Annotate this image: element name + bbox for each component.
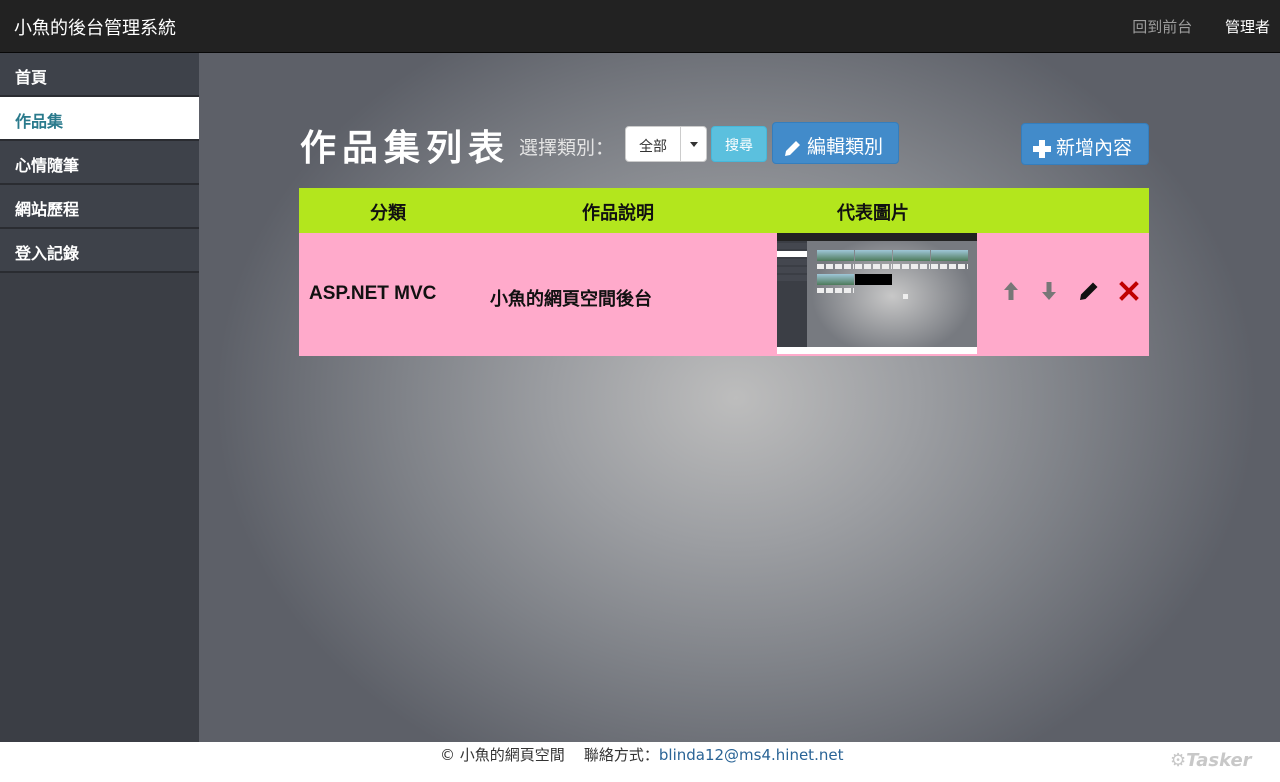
sidebar-item-home[interactable]: 首頁 [0,53,199,97]
add-content-label: 新增內容 [1056,137,1133,159]
brand-title[interactable]: 小魚的後台管理系統 [14,14,176,40]
search-button[interactable]: 搜尋 [711,126,767,162]
sidebar: 首頁 作品集 心情隨筆 網站歷程 登入記錄 [0,53,199,742]
portfolio-table: 分類 作品說明 代表圖片 ASP.NET MVC 小魚的網頁空間後台 [299,188,1149,356]
chevron-down-icon[interactable] [680,127,706,161]
sidebar-item-login-records[interactable]: 登入記錄 [0,229,199,273]
watermark-logo: ⚙Tasker [1170,750,1252,771]
watermark-text: Tasker [1186,750,1252,771]
navbar-right: 回到前台 管理者 [1104,16,1270,37]
header-category: 分類 [370,203,406,224]
footer-contact-label: 聯絡方式： [583,746,659,764]
arrow-down-icon[interactable] [1037,279,1061,303]
gear-icon: ⚙ [1170,750,1187,771]
category-filter-label: 選擇類別： [519,137,615,159]
table-header: 分類 作品說明 代表圖片 [299,188,1149,233]
row-category: ASP.NET MVC [309,283,437,304]
add-content-button[interactable]: 新增內容 [1021,123,1149,165]
row-description: 小魚的網頁空間後台 [490,289,652,310]
sidebar-item-site-history[interactable]: 網站歷程 [0,185,199,229]
header-description: 作品說明 [582,203,654,224]
arrow-up-icon[interactable] [999,279,1023,303]
sidebar-item-portfolio[interactable]: 作品集 [0,97,199,141]
admin-link[interactable]: 管理者 [1225,18,1270,36]
footer-text: © 小魚的網頁空間 聯絡方式：blinda12@ms4.hinet.net [440,744,843,765]
edit-category-button[interactable]: 編輯類別 [772,122,899,164]
category-select[interactable]: 全部 [625,126,707,162]
pencil-icon [785,140,800,156]
top-navbar: 小魚的後台管理系統 回到前台 管理者 [0,0,1280,53]
main-content: 作品集列表 選擇類別： 全部 搜尋 編輯類別 新增內容 分類 作品說明 代表圖片… [199,53,1280,742]
back-to-front-link[interactable]: 回到前台 [1132,18,1192,36]
pencil-icon[interactable] [1077,279,1101,303]
header-image: 代表圖片 [837,203,909,224]
footer-email-link[interactable]: blinda12@ms4.hinet.net [659,746,844,764]
edit-category-label: 編輯類別 [807,136,884,158]
row-thumbnail-image [777,233,977,354]
footer-copyright: © 小魚的網頁空間 [440,746,565,764]
category-select-value: 全部 [639,139,667,155]
plus-icon [1033,139,1051,158]
page-title: 作品集列表 [300,127,511,169]
footer: © 小魚的網頁空間 聯絡方式：blinda12@ms4.hinet.net ⚙T… [0,742,1280,782]
table-row: ASP.NET MVC 小魚的網頁空間後台 [299,233,1149,356]
close-icon[interactable] [1117,279,1141,303]
sidebar-item-journal[interactable]: 心情隨筆 [0,141,199,185]
